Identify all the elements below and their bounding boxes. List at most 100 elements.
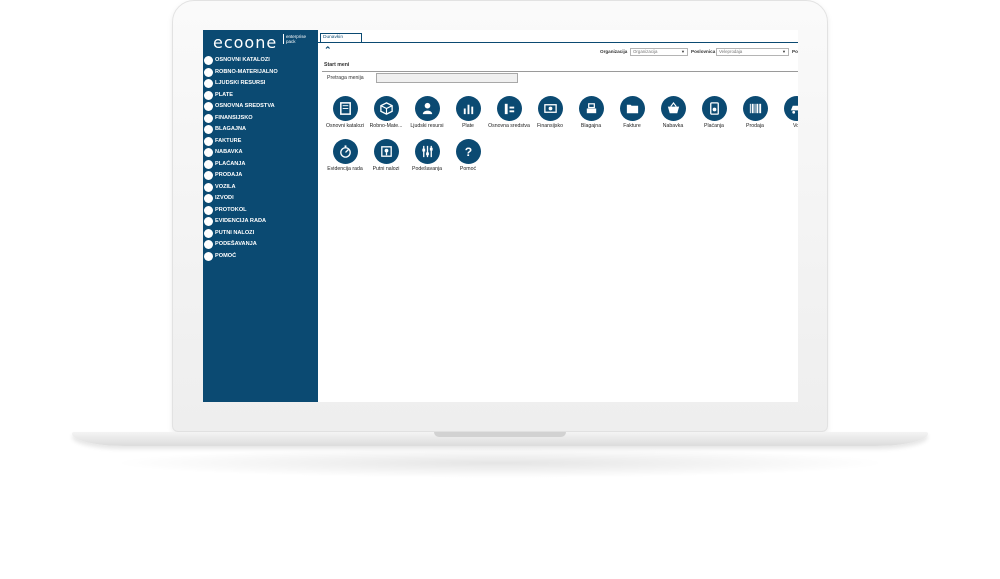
tile-13[interactable]: Putni nalozi — [365, 139, 407, 173]
box-icon — [373, 96, 399, 121]
help-icon: ? — [455, 139, 481, 164]
laptop-notch — [434, 432, 566, 437]
basket-icon — [204, 148, 213, 158]
protocol-icon — [204, 205, 213, 215]
sidebar-item-label: OSNOVNI KATALOZI — [215, 57, 270, 64]
tile-label: Evidencija rada — [327, 166, 363, 172]
sidebar-item-11[interactable]: VOZILA — [204, 182, 318, 194]
sidebar-item-9[interactable]: PLAĆANJA — [204, 159, 318, 171]
sidebar-item-label: PLATE — [215, 91, 233, 98]
brand-logo[interactable]: ecoone enterprise pack — [211, 33, 317, 53]
collapse-chevron-icon[interactable]: ⌃ — [324, 46, 332, 55]
tile-12[interactable]: Evidencija rada — [324, 139, 366, 173]
sidebar-item-4[interactable]: OSNOVNA SREDSTVA — [204, 101, 318, 113]
cash-register-icon — [204, 125, 213, 135]
tile-0[interactable]: Osnovni katalozi — [324, 96, 366, 130]
sidebar-item-0[interactable]: OSNOVNI KATALOZI — [204, 55, 318, 67]
laptop-shadow — [110, 448, 890, 478]
sidebar-item-1[interactable]: ROBNO-MATERIJALNO — [204, 67, 318, 79]
tile-label: Plaćanja — [704, 123, 724, 129]
sidebar-menu: OSNOVNI KATALOZI ROBNO-MATERIJALNO LJUDSKI… — [204, 55, 318, 262]
tile-2[interactable]: Ljudski resursi — [406, 96, 448, 130]
unit-label: Poslovnica — [691, 49, 716, 54]
assets-icon — [204, 102, 213, 112]
menu-search-label: Pretraga menija — [327, 75, 364, 81]
sidebar-item-10[interactable]: PRODAJA — [204, 170, 318, 182]
bar-chart-icon — [455, 96, 481, 121]
catalog-icon — [204, 56, 213, 66]
main-content: Dunavkin ⌃ Organizacija Organizacija ▼ Po… — [318, 30, 798, 402]
barcode-icon — [742, 96, 768, 121]
tile-label: Osnovni katalozi — [325, 123, 365, 129]
sidebar-item-label: OSNOVNA SREDSTVA — [215, 103, 275, 110]
tile-label: Plate — [462, 123, 474, 129]
tile-6[interactable]: Blagajna — [570, 96, 612, 130]
sidebar-item-label: EVIDENCIJA RADA — [215, 218, 267, 225]
chevron-down-icon: ▼ — [782, 49, 786, 54]
sidebar-item-14[interactable]: EVIDENCIJA RADA — [204, 216, 318, 228]
sidebar-item-label: PUTNI NALOZI — [215, 229, 255, 236]
tile-5[interactable]: Finansijsko — [529, 96, 571, 130]
tile-7[interactable]: Fakture — [611, 96, 653, 130]
map-icon — [373, 139, 399, 164]
organization-select[interactable]: Organizacija ▼ — [630, 48, 688, 56]
tile-1[interactable]: Robno-Mate... — [365, 96, 407, 130]
sidebar-item-7[interactable]: FAKTURE — [204, 136, 318, 148]
tile-14[interactable]: Podešavanja — [406, 139, 448, 173]
stopwatch-icon — [332, 139, 358, 164]
barcode-icon — [204, 171, 213, 181]
sidebar-item-16[interactable]: PODEŠAVANJA — [204, 239, 318, 251]
tile-label: Finansijsko — [537, 123, 563, 129]
sidebar-item-3[interactable]: PLATE — [204, 90, 318, 102]
sidebar-item-label: NABAVKA — [215, 149, 243, 156]
folder-icon — [204, 136, 213, 146]
catalog-icon — [332, 96, 358, 121]
tile-8[interactable]: Nabavka — [652, 96, 694, 130]
tile-4[interactable]: Osnovna sredstva — [488, 96, 530, 130]
sidebar-item-label: VOZILA — [215, 183, 236, 190]
tile-label: Prodaja — [746, 123, 764, 129]
sidebar-item-label: PRODAJA — [215, 172, 243, 179]
tile-15[interactable]: ? Pomoć — [447, 139, 489, 173]
tab-divider — [318, 42, 798, 43]
person-icon — [414, 96, 440, 121]
money-icon — [537, 96, 563, 121]
card-icon — [701, 96, 727, 121]
tile-3[interactable]: Plate — [447, 96, 489, 130]
tile-label: Osnovna sredstva — [488, 123, 530, 129]
logo-subtitle: enterprise pack — [283, 34, 315, 44]
stopwatch-icon — [204, 217, 213, 227]
cash-register-icon — [578, 96, 604, 121]
sidebar-item-label: FINANSIJSKO — [215, 114, 253, 121]
sidebar-item-label: FAKTURE — [215, 137, 242, 144]
money-icon — [204, 113, 213, 123]
sidebar-item-13[interactable]: PROTOKOL — [204, 205, 318, 217]
organization-label: Organizacija — [600, 49, 628, 54]
sidebar-item-6[interactable]: BLAGAJNA — [204, 124, 318, 136]
sidebar-item-8[interactable]: NABAVKA — [204, 147, 318, 159]
tile-9[interactable]: Plaćanja — [693, 96, 735, 130]
menu-search-input[interactable] — [376, 73, 518, 83]
tile-label: Podešavanja — [412, 166, 442, 172]
screen: ecoone enterprise pack OSNOVNI KATALOZI R… — [203, 30, 798, 402]
sidebar-item-2[interactable]: LJUDSKI RESURSI — [204, 78, 318, 90]
svg-text:?: ? — [464, 145, 471, 159]
tile-10[interactable]: Prodaja — [734, 96, 776, 130]
unit-select[interactable]: Veleprodaja ▼ — [716, 48, 789, 56]
section-divider — [322, 71, 798, 72]
sidebar: ecoone enterprise pack OSNOVNI KATALOZI R… — [203, 30, 318, 402]
sidebar-item-label: IZVODI — [215, 195, 234, 202]
sidebar-item-5[interactable]: FINANSIJSKO — [204, 113, 318, 125]
logo-text: ecoone — [213, 33, 278, 52]
sidebar-item-17[interactable]: POMOĆ — [204, 251, 318, 263]
card-icon — [204, 159, 213, 169]
tile-label: Nabavka — [662, 123, 684, 129]
tile-label: Blagajna — [580, 123, 602, 129]
sidebar-item-15[interactable]: PUTNI NALOZI — [204, 228, 318, 240]
sidebar-item-label: PROTOKOL — [215, 206, 247, 213]
section-title: Start meni — [324, 62, 350, 68]
basket-icon — [660, 96, 686, 121]
tile-11[interactable]: Vo — [775, 96, 798, 130]
sidebar-item-12[interactable]: IZVODI — [204, 193, 318, 205]
chevron-down-icon: ▼ — [681, 49, 685, 54]
